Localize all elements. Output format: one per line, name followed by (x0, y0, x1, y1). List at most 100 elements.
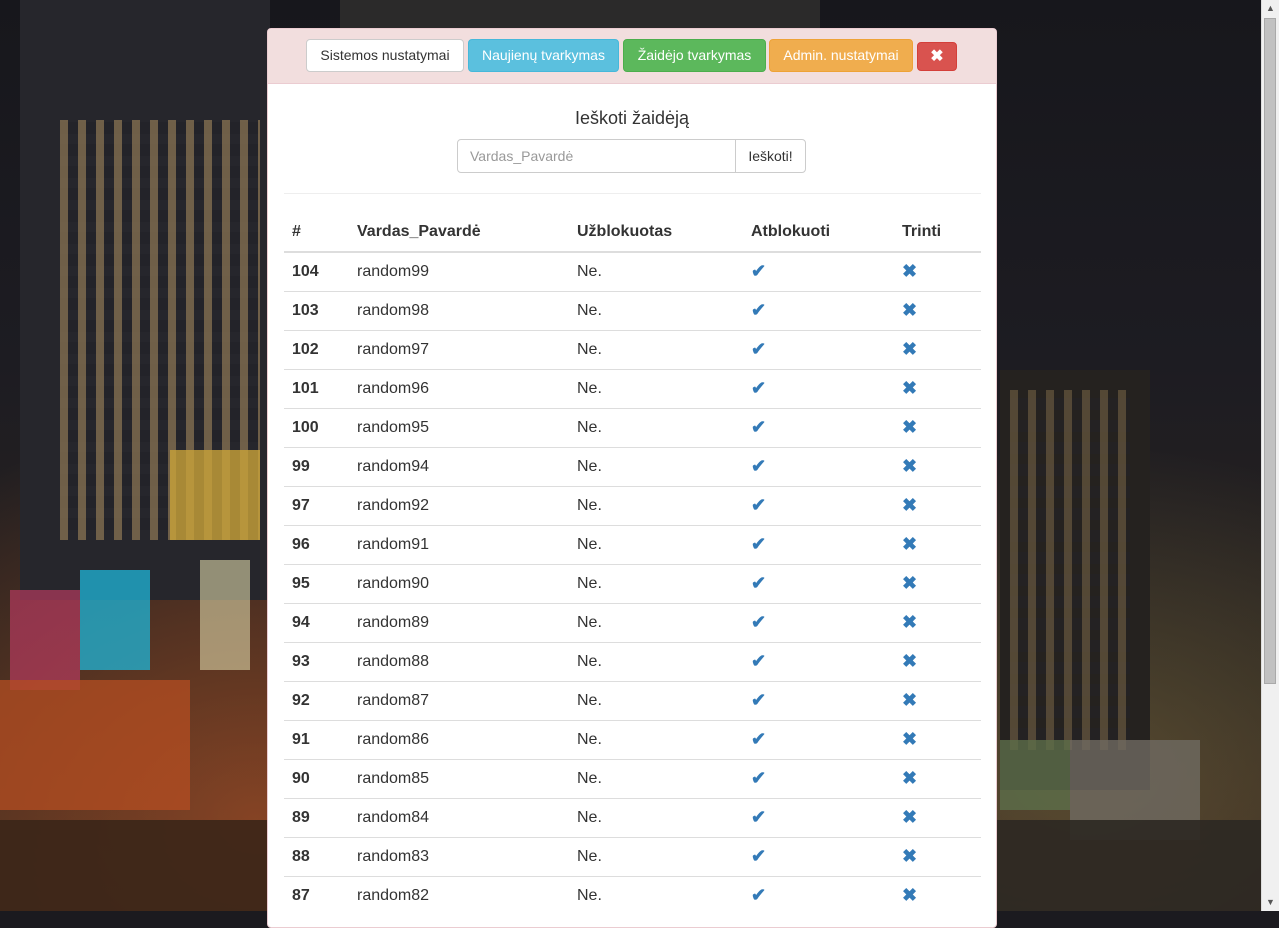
unblock-cell: ✔ (743, 836, 894, 876)
system-settings-button[interactable]: Sistemos nustatymai (306, 39, 464, 72)
unblock-cell: ✔ (743, 251, 894, 291)
remove-icon[interactable]: ✖ (902, 534, 917, 554)
player-id: 96 (284, 524, 349, 564)
player-name: random83 (349, 836, 569, 876)
admin-settings-button[interactable]: Admin. nustatymai (769, 39, 913, 72)
remove-icon[interactable]: ✖ (902, 378, 917, 398)
table-row: 104 random99 Ne. ✔ ✖ (284, 251, 981, 291)
admin-panel: Sistemos nustatymai Naujienų tvarkymas Ž… (267, 28, 997, 928)
player-search-input[interactable] (457, 139, 736, 173)
remove-icon[interactable]: ✖ (902, 261, 917, 281)
remove-icon[interactable]: ✖ (902, 768, 917, 788)
remove-icon[interactable]: ✖ (902, 573, 917, 593)
checkmark-icon[interactable]: ✔ (751, 495, 766, 515)
column-header-name: Vardas_Pavardė (349, 212, 569, 253)
unblock-cell: ✔ (743, 485, 894, 525)
blocked-status: Ne. (569, 719, 743, 759)
scroll-up-icon[interactable]: ▲ (1262, 0, 1279, 17)
player-name: random95 (349, 407, 569, 447)
checkmark-icon[interactable]: ✔ (751, 729, 766, 749)
player-id: 101 (284, 368, 349, 408)
checkmark-icon[interactable]: ✔ (751, 690, 766, 710)
blocked-status: Ne. (569, 329, 743, 369)
player-name: random84 (349, 797, 569, 837)
remove-icon[interactable]: ✖ (902, 495, 917, 515)
table-row: 100 random95 Ne. ✔ ✖ (284, 407, 981, 447)
remove-icon[interactable]: ✖ (902, 612, 917, 632)
table-row: 102 random97 Ne. ✔ ✖ (284, 329, 981, 369)
remove-icon[interactable]: ✖ (902, 417, 917, 437)
player-name: random85 (349, 758, 569, 798)
player-name: random82 (349, 875, 569, 915)
checkmark-icon[interactable]: ✔ (751, 534, 766, 554)
blocked-status: Ne. (569, 641, 743, 681)
table-row: 101 random96 Ne. ✔ ✖ (284, 368, 981, 408)
checkmark-icon[interactable]: ✔ (751, 885, 766, 905)
unblock-cell: ✔ (743, 797, 894, 837)
player-id: 97 (284, 485, 349, 525)
search-button[interactable]: Ieškoti! (735, 139, 806, 173)
unblock-cell: ✔ (743, 524, 894, 564)
checkmark-icon[interactable]: ✔ (751, 807, 766, 827)
column-header-delete: Trinti (894, 212, 981, 253)
checkmark-icon[interactable]: ✔ (751, 651, 766, 671)
column-header-id: # (284, 212, 349, 253)
unblock-cell: ✔ (743, 368, 894, 408)
remove-icon[interactable]: ✖ (902, 729, 917, 749)
player-id: 99 (284, 446, 349, 486)
remove-icon[interactable]: ✖ (902, 807, 917, 827)
close-button[interactable]: ✖ (917, 42, 957, 71)
table-row: 87 random82 Ne. ✔ ✖ (284, 875, 981, 915)
search-title: Ieškoti žaidėją (574, 108, 690, 128)
player-id: 89 (284, 797, 349, 837)
checkmark-icon[interactable]: ✔ (751, 378, 766, 398)
checkmark-icon[interactable]: ✔ (751, 846, 766, 866)
delete-cell: ✖ (894, 485, 981, 525)
table-header-row: # Vardas_Pavardė Užblokuotas Atblokuoti … (284, 212, 981, 253)
remove-icon[interactable]: ✖ (902, 846, 917, 866)
delete-cell: ✖ (894, 680, 981, 720)
player-id: 90 (284, 758, 349, 798)
unblock-cell: ✔ (743, 719, 894, 759)
checkmark-icon[interactable]: ✔ (751, 300, 766, 320)
table-row: 99 random94 Ne. ✔ ✖ (284, 446, 981, 486)
delete-cell: ✖ (894, 875, 981, 915)
player-management-button[interactable]: Žaidėjo tvarkymas (623, 39, 766, 72)
checkmark-icon[interactable]: ✔ (751, 456, 766, 476)
checkmark-icon[interactable]: ✔ (751, 339, 766, 359)
unblock-cell: ✔ (743, 563, 894, 603)
scrollbar-thumb[interactable] (1264, 18, 1276, 684)
table-row: 95 random90 Ne. ✔ ✖ (284, 563, 981, 603)
table-row: 94 random89 Ne. ✔ ✖ (284, 602, 981, 642)
delete-cell: ✖ (894, 758, 981, 798)
checkmark-icon[interactable]: ✔ (751, 768, 766, 788)
player-name: random99 (349, 251, 569, 291)
remove-icon[interactable]: ✖ (902, 651, 917, 671)
delete-cell: ✖ (894, 602, 981, 642)
remove-icon[interactable]: ✖ (902, 300, 917, 320)
blocked-status: Ne. (569, 875, 743, 915)
remove-icon[interactable]: ✖ (902, 690, 917, 710)
checkmark-icon[interactable]: ✔ (751, 612, 766, 632)
player-id: 104 (284, 251, 349, 291)
divider (284, 193, 981, 194)
column-header-unblock: Atblokuoti (743, 212, 894, 253)
player-id: 102 (284, 329, 349, 369)
checkmark-icon[interactable]: ✔ (751, 573, 766, 593)
unblock-cell: ✔ (743, 290, 894, 330)
remove-icon[interactable]: ✖ (902, 456, 917, 476)
scroll-down-icon[interactable]: ▼ (1262, 894, 1279, 911)
remove-icon[interactable]: ✖ (902, 339, 917, 359)
delete-cell: ✖ (894, 641, 981, 681)
player-name: random89 (349, 602, 569, 642)
checkmark-icon[interactable]: ✔ (751, 261, 766, 281)
column-header-blocked: Užblokuotas (569, 212, 743, 253)
blocked-status: Ne. (569, 251, 743, 291)
remove-icon[interactable]: ✖ (902, 885, 917, 905)
news-management-button[interactable]: Naujienų tvarkymas (468, 39, 619, 72)
unblock-cell: ✔ (743, 641, 894, 681)
blocked-status: Ne. (569, 446, 743, 486)
table-row: 96 random91 Ne. ✔ ✖ (284, 524, 981, 564)
checkmark-icon[interactable]: ✔ (751, 417, 766, 437)
page-scrollbar[interactable]: ▲ ▼ (1261, 0, 1279, 911)
